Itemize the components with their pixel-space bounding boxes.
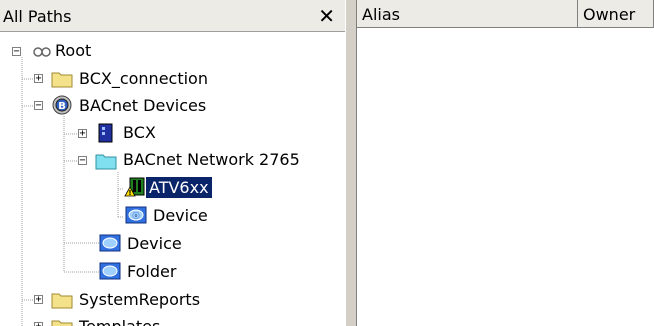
tree-item-root[interactable]: Root bbox=[52, 40, 94, 61]
bacnet-devices-expander[interactable]: − bbox=[34, 101, 43, 111]
root-icon bbox=[33, 47, 51, 57]
tree-item-folder[interactable]: Folder bbox=[124, 261, 179, 282]
device-object-icon bbox=[99, 234, 121, 252]
details-pane: Alias Owner bbox=[357, 0, 654, 326]
system-reports-expander[interactable]: + bbox=[34, 295, 43, 305]
network-folder-icon bbox=[95, 154, 117, 170]
column-header-owner[interactable]: Owner bbox=[578, 0, 654, 28]
tree-item-device-inner[interactable]: Device bbox=[150, 205, 211, 226]
svg-text:B: B bbox=[58, 101, 66, 112]
column-header-alias[interactable]: Alias bbox=[357, 0, 578, 28]
svg-text:!: ! bbox=[128, 189, 131, 197]
pane-splitter[interactable] bbox=[345, 0, 357, 326]
bcx-expander[interactable]: + bbox=[78, 129, 87, 139]
templates-expander[interactable]: + bbox=[34, 322, 43, 326]
tree-item-templates[interactable]: Templates bbox=[76, 316, 163, 326]
tree-item-device[interactable]: Device bbox=[124, 233, 185, 254]
tree-item-system-reports[interactable]: SystemReports bbox=[76, 289, 203, 310]
bacnet-icon: B bbox=[52, 95, 72, 115]
tree-item-bcx[interactable]: BCX bbox=[120, 122, 159, 143]
tree-item-bcx-connection[interactable]: BCX_connection bbox=[76, 68, 211, 89]
tree-item-bacnet-network[interactable]: BACnet Network 2765 bbox=[120, 149, 303, 170]
bacnet-network-expander[interactable]: − bbox=[78, 156, 87, 166]
drive-warning-icon: ! bbox=[124, 177, 145, 197]
device-object-icon bbox=[99, 262, 121, 280]
folder-icon bbox=[51, 293, 73, 309]
root-expander[interactable]: − bbox=[12, 47, 21, 57]
bcx-device-icon bbox=[98, 123, 113, 143]
tree-item-atv6xx[interactable]: ATV6xx bbox=[146, 177, 212, 198]
svg-text:ⓞ: ⓞ bbox=[133, 212, 140, 220]
all-paths-pane: All Paths ✕ − Root + BCX_connection − B … bbox=[0, 0, 345, 326]
tree-item-bacnet-devices[interactable]: BACnet Devices bbox=[76, 95, 209, 116]
path-tree: − Root + BCX_connection − B BACnet Devic… bbox=[0, 32, 345, 326]
folder-icon bbox=[51, 320, 73, 326]
close-icon[interactable]: ✕ bbox=[318, 4, 335, 28]
folder-icon bbox=[51, 72, 73, 88]
all-paths-header: All Paths ✕ bbox=[0, 0, 345, 32]
bcx-connection-expander[interactable]: + bbox=[34, 74, 43, 84]
device-object-icon: ⓞ bbox=[125, 206, 147, 224]
all-paths-title: All Paths bbox=[3, 7, 72, 26]
